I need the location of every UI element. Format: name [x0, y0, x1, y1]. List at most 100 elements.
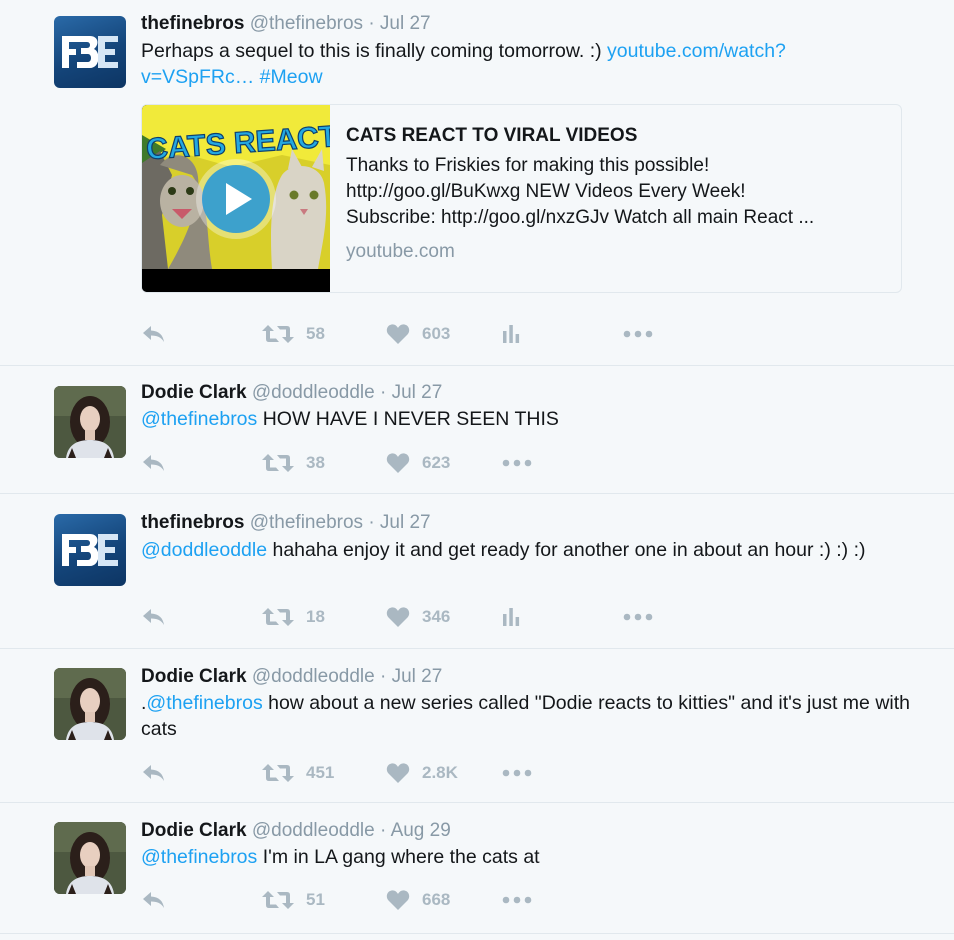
timestamp[interactable]: Jul 27 — [392, 666, 443, 687]
tweet-actions: 38 623 — [141, 448, 741, 478]
retweet-count: 51 — [306, 890, 325, 909]
tweet-text: @thefinebros HOW HAVE I NEVER SEEN THIS — [141, 406, 911, 432]
retweet-button[interactable]: 18 — [262, 602, 325, 632]
analytics-button[interactable] — [501, 319, 521, 349]
timestamp[interactable]: Jul 27 — [392, 382, 443, 403]
more-icon — [623, 330, 653, 338]
separator: · — [380, 820, 387, 841]
reply-icon — [141, 606, 167, 628]
reply-button[interactable] — [141, 885, 167, 915]
tweet[interactable]: Dodie Clark @doddleoddle · Jul 27 .@thef… — [0, 649, 954, 803]
reply-button[interactable] — [141, 448, 167, 478]
heart-icon — [386, 323, 410, 345]
card-title[interactable]: CATS REACT TO VIRAL VIDEOS — [346, 125, 637, 147]
timestamp[interactable]: Aug 29 — [391, 820, 451, 841]
card-description: Thanks to Friskies for making this possi… — [346, 155, 815, 228]
like-button[interactable]: 668 — [386, 885, 450, 915]
retweet-count: 451 — [306, 763, 335, 782]
hashtag-link[interactable]: #Meow — [260, 66, 323, 88]
separator: · — [368, 13, 375, 34]
reply-button[interactable] — [141, 758, 167, 788]
user-handle[interactable]: @thefinebros — [250, 13, 363, 34]
tweet-actions: 51 668 — [141, 885, 741, 915]
retweet-button[interactable]: 51 — [262, 885, 325, 915]
retweet-icon — [262, 452, 294, 474]
tweet-body: I'm in LA gang where the cats at — [257, 846, 540, 868]
display-name[interactable]: thefinebros — [141, 512, 244, 533]
reply-button[interactable] — [141, 602, 167, 632]
mention-link[interactable]: @thefinebros — [141, 408, 257, 430]
user-handle[interactable]: @doddleoddle — [252, 382, 375, 403]
user-handle[interactable]: @doddleoddle — [252, 666, 375, 687]
avatar[interactable] — [54, 16, 126, 88]
avatar[interactable] — [54, 386, 126, 458]
retweet-count: 58 — [306, 324, 325, 343]
tweet-body: hahaha enjoy it and get ready for anothe… — [267, 539, 866, 561]
separator: · — [368, 512, 375, 533]
display-name[interactable]: Dodie Clark — [141, 820, 247, 841]
like-count: 2.8K — [422, 763, 458, 782]
tweet-header: thefinebros @thefinebros · Jul 27 — [141, 12, 431, 36]
tweet-header: Dodie Clark @doddleoddle · Aug 29 — [141, 819, 451, 843]
like-button[interactable]: 603 — [386, 319, 450, 349]
tweet-text: @doddleoddle hahaha enjoy it and get rea… — [141, 537, 911, 563]
mention-link[interactable]: @doddleoddle — [141, 539, 267, 561]
user-handle[interactable]: @doddleoddle — [252, 820, 375, 841]
retweet-icon — [262, 762, 294, 784]
reply-icon — [141, 762, 167, 784]
tweet-actions: 58 603 — [141, 319, 741, 349]
tweet-body: HOW HAVE I NEVER SEEN THIS — [257, 408, 559, 430]
tweet-actions: 451 2.8K — [141, 758, 741, 788]
retweet-button[interactable]: 38 — [262, 448, 325, 478]
like-count: 346 — [422, 607, 451, 626]
analytics-button[interactable] — [501, 602, 521, 632]
more-button[interactable] — [623, 602, 653, 632]
reply-button[interactable] — [141, 319, 167, 349]
retweet-button[interactable]: 451 — [262, 758, 334, 788]
mention-link[interactable]: @thefinebros — [146, 692, 262, 714]
tweet-header: Dodie Clark @doddleoddle · Jul 27 — [141, 381, 442, 405]
avatar[interactable] — [54, 514, 126, 586]
heart-icon — [386, 452, 410, 474]
more-button[interactable] — [502, 885, 532, 915]
tweet[interactable]: thefinebros @thefinebros · Jul 27 @doddl… — [0, 494, 954, 649]
timestamp[interactable]: Jul 27 — [380, 512, 431, 533]
tweet[interactable]: Dodie Clark @doddleoddle · Aug 29 @thefi… — [0, 803, 954, 934]
link-card[interactable]: CATS REACT CATS REACT TO VIRAL VIDEOS Th… — [141, 104, 902, 293]
like-button[interactable]: 623 — [386, 448, 450, 478]
tweet-body: Perhaps a sequel to this is finally comi… — [141, 40, 608, 62]
avatar[interactable] — [54, 822, 126, 894]
video-thumbnail[interactable]: CATS REACT — [142, 105, 339, 292]
play-icon[interactable] — [196, 159, 276, 239]
analytics-icon — [501, 606, 521, 628]
retweet-count: 38 — [306, 453, 325, 472]
like-button[interactable]: 346 — [386, 602, 450, 632]
display-name[interactable]: Dodie Clark — [141, 382, 247, 403]
mention-link[interactable]: @thefinebros — [141, 846, 257, 868]
heart-icon — [386, 889, 410, 911]
tweet[interactable]: Dodie Clark @doddleoddle · Jul 27 @thefi… — [0, 366, 954, 494]
more-button[interactable] — [502, 448, 532, 478]
more-button[interactable] — [623, 319, 653, 349]
like-button[interactable]: 2.8K — [386, 758, 458, 788]
like-count: 668 — [422, 890, 451, 909]
heart-icon — [386, 606, 410, 628]
retweet-icon — [262, 889, 294, 911]
tweet-header: thefinebros @thefinebros · Jul 27 — [141, 511, 431, 535]
retweet-count: 18 — [306, 607, 325, 626]
reply-icon — [141, 889, 167, 911]
retweet-button[interactable]: 58 — [262, 319, 325, 349]
timestamp[interactable]: Jul 27 — [380, 13, 431, 34]
more-icon — [502, 459, 532, 467]
display-name[interactable]: Dodie Clark — [141, 666, 247, 687]
avatar[interactable] — [54, 668, 126, 740]
tweet[interactable]: thefinebros @thefinebros · Jul 27 Perhap… — [0, 0, 954, 366]
more-button[interactable] — [502, 758, 532, 788]
more-icon — [623, 613, 653, 621]
retweet-icon — [262, 323, 294, 345]
user-handle[interactable]: @thefinebros — [250, 512, 363, 533]
reply-icon — [141, 323, 167, 345]
display-name[interactable]: thefinebros — [141, 13, 244, 34]
reply-icon — [141, 452, 167, 474]
more-icon — [502, 769, 532, 777]
